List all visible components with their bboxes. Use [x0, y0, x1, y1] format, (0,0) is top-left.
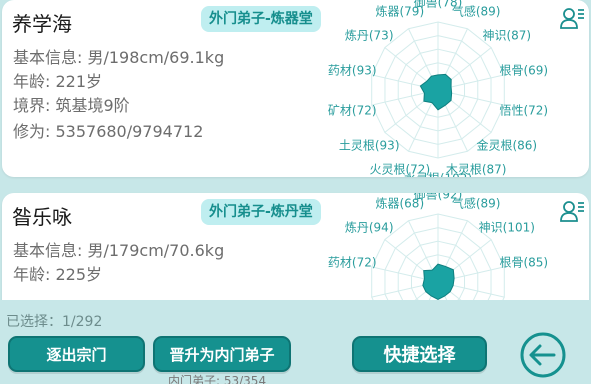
radar-axis-label: 气感(89) [451, 4, 501, 19]
basic-info: 基本信息: 男/179cm/70.6kg [13, 241, 225, 260]
radar-axis-label: 炼器(68) [375, 196, 425, 211]
stat-radar-chart: 御兽(92) 气感(89) 神识(101) 根骨(85) 药材(72) 炼丹(94) 炼器(… [302, 193, 572, 313]
realm: 境界: 筑基境9阶 [13, 96, 130, 115]
radar-axis-label: 金灵根(86) [476, 138, 538, 153]
age: 年龄: 221岁 [13, 72, 103, 91]
radar-axis-label: 悟性(72) [499, 103, 549, 118]
basic-info: 基本信息: 男/198cm/69.1kg [13, 48, 225, 67]
disciple-name: 昝乐咏 [12, 205, 72, 229]
radar-axis-label: 根骨(69) [499, 63, 549, 78]
radar-axis-label: 药材(72) [327, 255, 377, 270]
back-arrow-icon[interactable] [518, 330, 568, 380]
selected-count: 已选择：1/292 [6, 314, 103, 330]
radar-axis-label: 火灵根(72) [369, 162, 431, 177]
radar-axis-label: 神识(87) [482, 28, 532, 43]
user-list-icon[interactable] [559, 6, 585, 32]
inner-disciple-count: 内门弟子: 53/354 [168, 374, 267, 384]
disciple-card[interactable]: 昝乐咏 外门弟子-炼丹堂 基本信息: 男/179cm/70.6kg 年龄: 22… [2, 193, 589, 313]
radar-axis-label: 神识(101) [478, 220, 535, 235]
expel-button[interactable]: 逐出宗门 [8, 336, 145, 372]
quick-select-button[interactable]: 快捷选择 [352, 336, 487, 372]
promote-button[interactable]: 晋升为内门弟子 [153, 336, 291, 372]
radar-axis-label: 药材(93) [327, 63, 377, 78]
disciple-name: 养学海 [12, 12, 72, 36]
radar-axis-label: 炼器(79) [375, 4, 425, 19]
radar-axis-label: 炼丹(73) [344, 28, 394, 43]
radar-axis-label: 土灵根(93) [338, 138, 400, 153]
radar-axis-label: 根骨(85) [499, 255, 549, 270]
radar-axis-label: 气感(89) [451, 196, 501, 211]
stat-radar-chart: 御兽(78) 气感(89) 神识(87) 根骨(69) 悟性(72) 金灵根(86) 木灵根… [302, 0, 572, 177]
radar-axis-label: 矿材(72) [327, 103, 377, 118]
disciple-card[interactable]: 养学海 外门弟子-炼器堂 基本信息: 男/198cm/69.1kg 年龄: 22… [2, 0, 589, 177]
radar-axis-label: 炼丹(94) [344, 220, 394, 235]
user-list-icon[interactable] [559, 199, 585, 225]
age: 年龄: 225岁 [13, 265, 103, 284]
radar-stat-area [422, 263, 455, 301]
disciple-management-screen: 养学海 外门弟子-炼器堂 基本信息: 男/198cm/69.1kg 年龄: 22… [0, 0, 591, 384]
cultivation: 修为: 5357680/9794712 [13, 122, 204, 141]
